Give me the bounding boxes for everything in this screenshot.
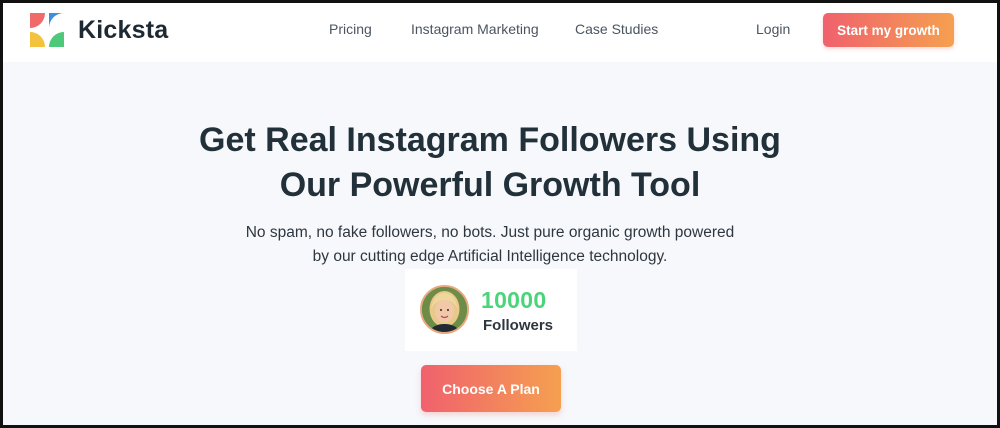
nav-link-case-studies[interactable]: Case Studies xyxy=(575,21,658,37)
hero-title-line-1: Get Real Instagram Followers Using xyxy=(199,121,781,159)
image-border xyxy=(0,0,1000,428)
nav-link-instagram-marketing[interactable]: Instagram Marketing xyxy=(411,21,539,37)
hero-title: Get Real Instagram Followers Using Our P… xyxy=(100,118,880,208)
hero-subtitle-line-1: No spam, no fake followers, no bots. Jus… xyxy=(245,224,735,241)
brand-name: Kicksta xyxy=(78,15,169,44)
followers-label: Followers xyxy=(483,317,554,334)
followers-stat-card: 10000 Followers xyxy=(405,269,577,351)
nav-link-pricing[interactable]: Pricing xyxy=(329,21,372,37)
choose-plan-button[interactable]: Choose A Plan xyxy=(421,365,561,412)
followers-count: 10000 xyxy=(481,287,547,313)
site-header: Kicksta Pricing Instagram Marketing Case… xyxy=(0,0,1000,62)
user-avatar xyxy=(420,285,469,334)
brand-logo[interactable]: Kicksta xyxy=(28,11,168,49)
nav-link-login[interactable]: Login xyxy=(756,21,790,37)
avatar-portrait-icon xyxy=(422,287,467,332)
kicksta-logo-icon xyxy=(30,13,64,47)
hero-title-line-2: Our Powerful Growth Tool xyxy=(279,166,701,204)
hero-subtitle: No spam, no fake followers, no bots. Jus… xyxy=(190,221,790,269)
hero-subtitle-line-2: by our cutting edge Artificial Intellige… xyxy=(312,248,668,265)
start-growth-button[interactable]: Start my growth xyxy=(823,13,954,47)
